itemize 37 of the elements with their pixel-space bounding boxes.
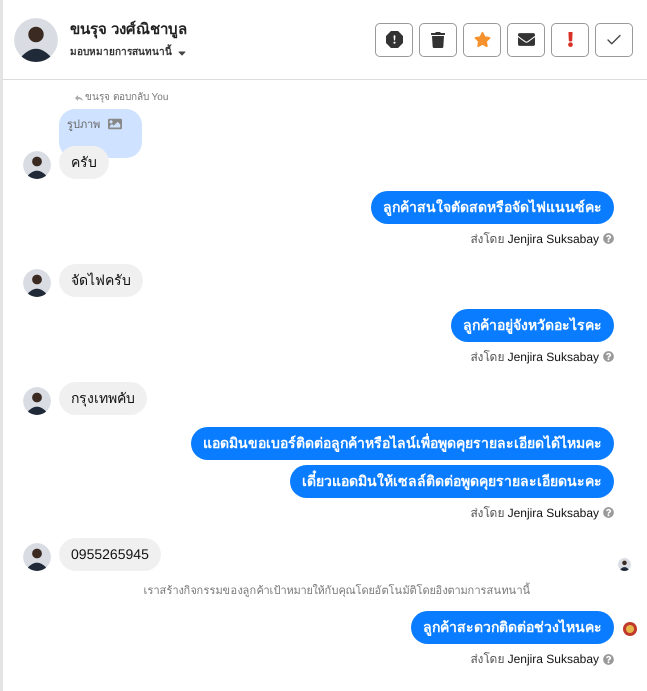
help-icon[interactable] — [603, 233, 614, 244]
sent-by-label: ส่งโดย Jenjira Suksabay — [470, 230, 599, 248]
avatar — [23, 542, 51, 570]
star-icon — [474, 31, 490, 48]
sent-by-label: ส่งโดย Jenjira Suksabay — [470, 651, 599, 668]
read-receipt-avatar — [618, 558, 631, 570]
toolbar-button[interactable] — [419, 22, 457, 56]
warning-icon — [386, 31, 402, 48]
avatar — [23, 268, 51, 296]
message-bubble: จัดไฟครับ — [59, 264, 143, 296]
message-bubble: แอดมินขอเบอร์ติดต่อลูกค้าหรือไลน์เพื่อพูดคุยรายละเอียดได้ไหมคะ — [191, 426, 614, 460]
system-note: เราสร้างกิจกรรมของลูกค้าเป้าหมายให้กับคุณโดยอัตโนมัติโดยอิงตามการสนทนานี้ — [144, 582, 530, 599]
message-bubble: 0955265945 — [59, 538, 161, 570]
avatar — [23, 386, 51, 414]
contact-name: ขนรุจ วงศ์ณิชาบูล — [70, 20, 188, 40]
reply-note: ขนรุจ ตอบกลับ You — [85, 91, 168, 105]
sent-by-label: ส่งโดย Jenjira Suksabay — [470, 348, 599, 366]
attachment-label: รูปภาพ — [67, 118, 100, 133]
message-bubble: กรุงเทพคับ — [59, 382, 147, 414]
trash-icon — [430, 32, 446, 48]
sent-by-label: ส่งโดย Jenjira Suksabay — [470, 504, 599, 522]
message-bubble: ครับ — [59, 146, 109, 178]
reply-icon — [75, 94, 83, 100]
avatar — [23, 150, 51, 178]
envelope-icon — [518, 31, 534, 48]
assign-dropdown[interactable]: มอบหมายการสนทนานี้ — [70, 45, 188, 60]
toolbar-button[interactable] — [507, 22, 545, 56]
message-bubble: ลูกค้าสนใจตัดสดหรือจัดไฟแนนซ์คะ — [371, 190, 614, 224]
profile-avatar — [14, 18, 58, 62]
help-icon[interactable] — [603, 507, 614, 518]
help-icon[interactable] — [603, 351, 614, 362]
image-icon — [108, 117, 122, 131]
message-bubble: ลูกค้าอยู่จังหวัดอะไรคะ — [451, 308, 614, 342]
help-icon[interactable] — [603, 654, 614, 664]
message-bubble: เดี๋ยวแอดมินให้เซลล์ติดต่อพูดคุยรายละเอียดนะคะ — [290, 464, 614, 498]
message-bubble: ลูกค้าสะดวกติดต่อช่วงไหนคะ — [411, 611, 614, 644]
toolbar-button[interactable] — [375, 22, 413, 56]
